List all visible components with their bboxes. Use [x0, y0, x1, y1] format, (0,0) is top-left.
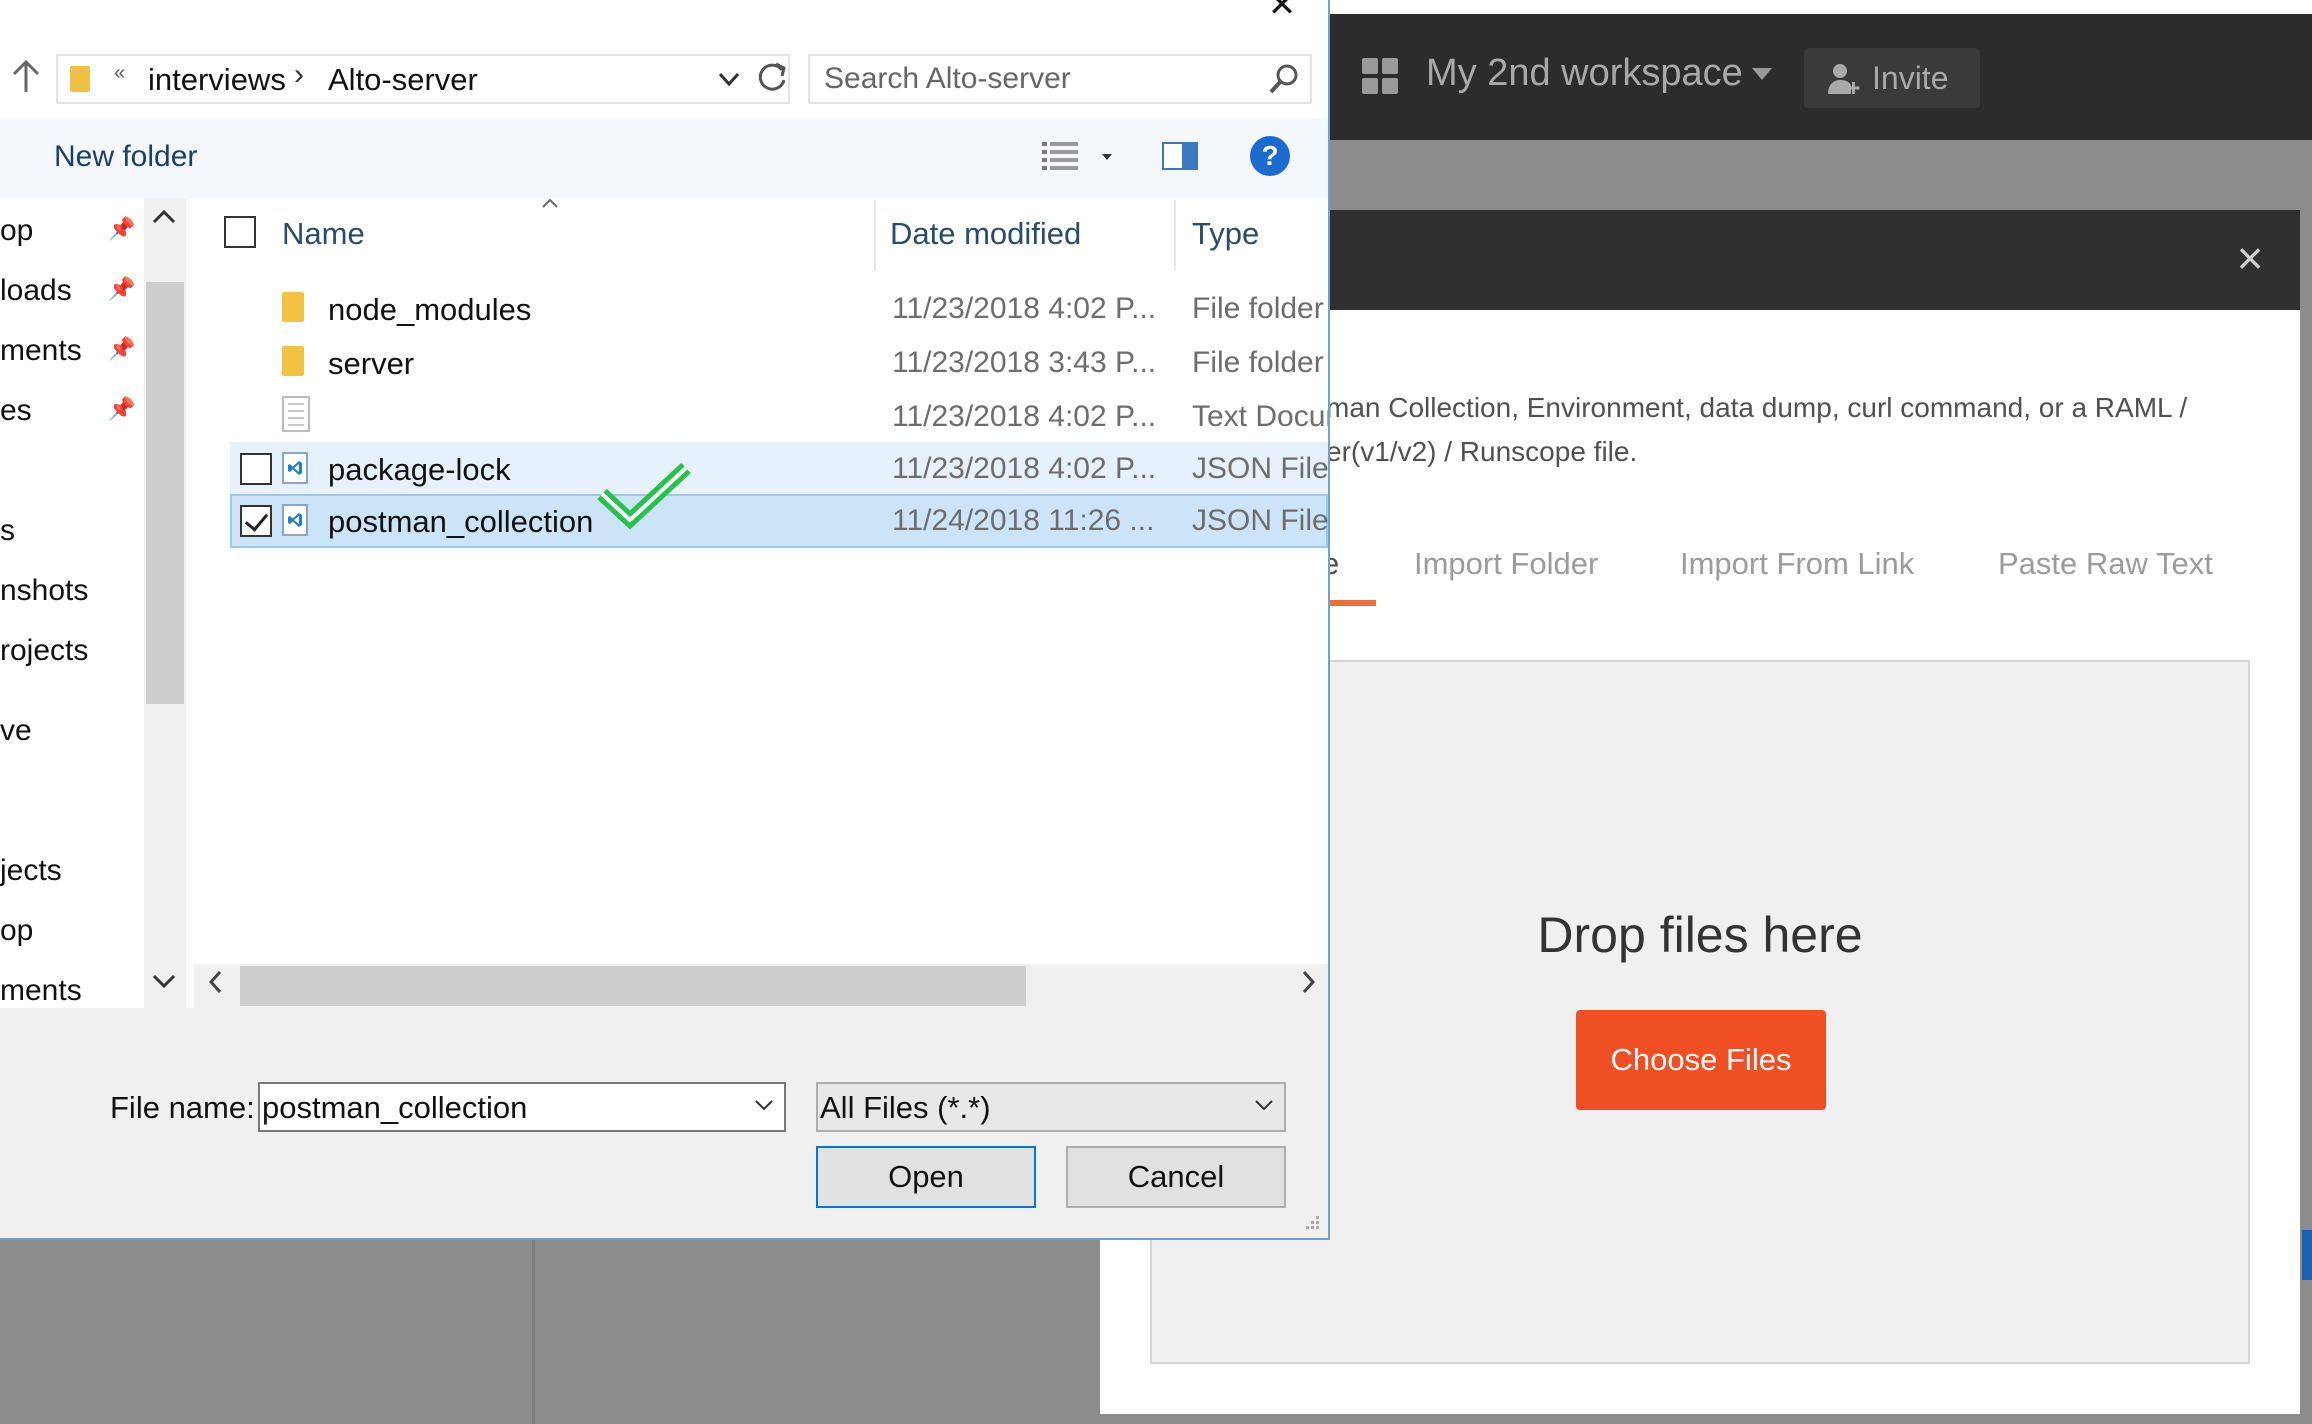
chevron-down-icon[interactable] — [1100, 150, 1114, 164]
file-name-value[interactable]: postman_collection — [262, 1090, 527, 1126]
row-checkbox[interactable] — [240, 453, 272, 485]
file-row-server[interactable]: server 11/23/2018 3:43 P... File folder — [230, 336, 1328, 390]
nav-item-onedrive[interactable]: ve — [0, 714, 32, 748]
file-row-postman-collection[interactable]: postman_collection 11/24/2018 11:26 ... … — [230, 494, 1328, 548]
nav-item-documents[interactable]: ments — [0, 334, 82, 368]
breadcrumb-overflow[interactable]: « — [114, 62, 125, 85]
file-name: postman_collection — [328, 504, 594, 539]
scroll-right-icon[interactable] — [1298, 968, 1318, 996]
scroll-up-icon[interactable] — [150, 204, 178, 232]
file-type: File folder — [1192, 292, 1324, 325]
close-icon[interactable]: ✕ — [1260, 0, 1304, 20]
tab-import-from-link[interactable]: Import From Link — [1680, 546, 1914, 582]
import-description: man Collection, Environment, data dump, … — [1326, 392, 2188, 423]
file-type: Text Docum — [1192, 400, 1328, 433]
folder-icon — [70, 66, 90, 92]
folder-icon — [282, 292, 304, 322]
folder-icon — [282, 346, 304, 376]
modal-close-icon[interactable]: × — [2230, 235, 2270, 281]
vscode-json-icon — [282, 452, 308, 484]
file-row-package-lock[interactable]: package-lock 11/23/2018 4:02 P... JSON F… — [230, 442, 1328, 496]
file-row-text-document[interactable]: 11/23/2018 4:02 P... Text Docum — [230, 390, 1328, 444]
refresh-icon[interactable] — [754, 56, 790, 100]
tab-import-folder[interactable]: Import Folder — [1414, 546, 1598, 582]
nav-item-documents-2[interactable]: ments — [0, 974, 82, 1008]
pin-icon: 📌 — [108, 276, 136, 301]
nav-item-downloads[interactable]: loads — [0, 274, 72, 308]
file-type: File folder — [1192, 346, 1324, 379]
chevron-down-icon[interactable] — [1252, 1090, 1276, 1120]
scroll-left-icon[interactable] — [206, 968, 226, 996]
chevron-down-icon[interactable] — [1752, 68, 1772, 80]
search-placeholder: Search Alto-server — [824, 62, 1071, 95]
add-user-icon — [1828, 64, 1860, 94]
dialog-toolbar — [0, 118, 1328, 198]
import-description-2: er(v1/v2) / Runscope file. — [1326, 436, 1638, 467]
pin-icon: 📌 — [108, 396, 136, 421]
search-input[interactable]: Search Alto-server — [808, 54, 1312, 104]
text-file-icon — [282, 396, 310, 432]
choose-files-button[interactable]: Choose Files — [1576, 1010, 1826, 1110]
nav-item-desktop-2[interactable]: op — [0, 914, 33, 948]
pin-icon: 📌 — [108, 216, 136, 241]
select-all-checkbox[interactable] — [224, 216, 256, 248]
nav-item-projects[interactable]: rojects — [0, 634, 88, 668]
column-type[interactable]: Type — [1192, 216, 1259, 252]
file-name: package-lock — [328, 452, 511, 487]
file-name-label: File name: — [110, 1090, 255, 1125]
file-date: 11/24/2018 11:26 ... — [892, 504, 1155, 537]
green-checkmark-icon — [597, 462, 691, 530]
divider — [532, 1240, 535, 1424]
file-name: node_modules — [328, 292, 532, 327]
workspace-name[interactable]: My 2nd workspace — [1426, 52, 1743, 95]
chevron-down-icon[interactable] — [752, 1090, 776, 1120]
cancel-button[interactable]: Cancel — [1066, 1146, 1286, 1208]
up-arrow-icon[interactable] — [10, 58, 42, 94]
view-options-icon[interactable] — [1042, 140, 1078, 170]
file-type: JSON File — [1192, 504, 1328, 537]
breadcrumb-separator[interactable]: › — [294, 58, 304, 92]
column-divider[interactable] — [874, 200, 876, 270]
horizontal-scrollbar-thumb[interactable] — [240, 966, 1026, 1006]
row-checkbox[interactable] — [240, 505, 272, 537]
file-name: server — [328, 346, 415, 381]
nav-item-screenshots[interactable]: nshots — [0, 574, 88, 608]
sort-ascending-icon — [542, 198, 558, 208]
invite-button[interactable]: Invite — [1804, 48, 1980, 108]
nav-item-desktop[interactable]: op — [0, 214, 33, 248]
drop-files-text: Drop files here — [1537, 907, 1863, 963]
chevron-down-icon[interactable] — [716, 60, 742, 100]
nav-item-pictures[interactable]: es — [0, 394, 32, 428]
file-date: 11/23/2018 4:02 P... — [892, 452, 1157, 485]
file-type-value[interactable]: All Files (*.*) — [820, 1090, 991, 1126]
file-type: JSON File — [1192, 452, 1328, 485]
column-name[interactable]: Name — [282, 216, 365, 252]
tab-paste-raw-text[interactable]: Paste Raw Text — [1998, 546, 2213, 582]
file-date: 11/23/2018 3:43 P... — [892, 346, 1157, 379]
help-icon[interactable]: ? — [1250, 136, 1290, 176]
pin-icon: 📌 — [108, 336, 136, 361]
column-divider[interactable] — [1174, 200, 1176, 270]
workspace-grid-icon[interactable] — [1362, 58, 1400, 96]
nav-scrollbar-thumb[interactable] — [146, 282, 184, 704]
preview-pane-icon[interactable] — [1162, 142, 1198, 170]
file-row-node-modules[interactable]: node_modules 11/23/2018 4:02 P... File f… — [230, 282, 1328, 336]
scroll-down-icon[interactable] — [150, 966, 178, 994]
open-button[interactable]: Open — [816, 1146, 1036, 1208]
invite-label: Invite — [1872, 60, 1949, 96]
new-folder-button[interactable]: New folder — [54, 140, 197, 174]
nav-item-s[interactable]: s — [0, 514, 15, 548]
breadcrumb-alto-server[interactable]: Alto-server — [328, 62, 478, 98]
resize-grip-icon[interactable] — [1302, 1214, 1320, 1232]
address-bar[interactable]: « interviews › Alto-server — [56, 54, 790, 104]
vscode-json-icon — [282, 504, 308, 536]
file-date: 11/23/2018 4:02 P... — [892, 292, 1157, 325]
accent-bar — [2302, 1230, 2312, 1280]
file-date: 11/23/2018 4:02 P... — [892, 400, 1157, 433]
column-date-modified[interactable]: Date modified — [890, 216, 1081, 252]
breadcrumb-interviews[interactable]: interviews — [148, 62, 286, 98]
nav-item-3d-objects[interactable]: jects — [0, 854, 62, 888]
search-icon[interactable] — [1268, 62, 1300, 98]
